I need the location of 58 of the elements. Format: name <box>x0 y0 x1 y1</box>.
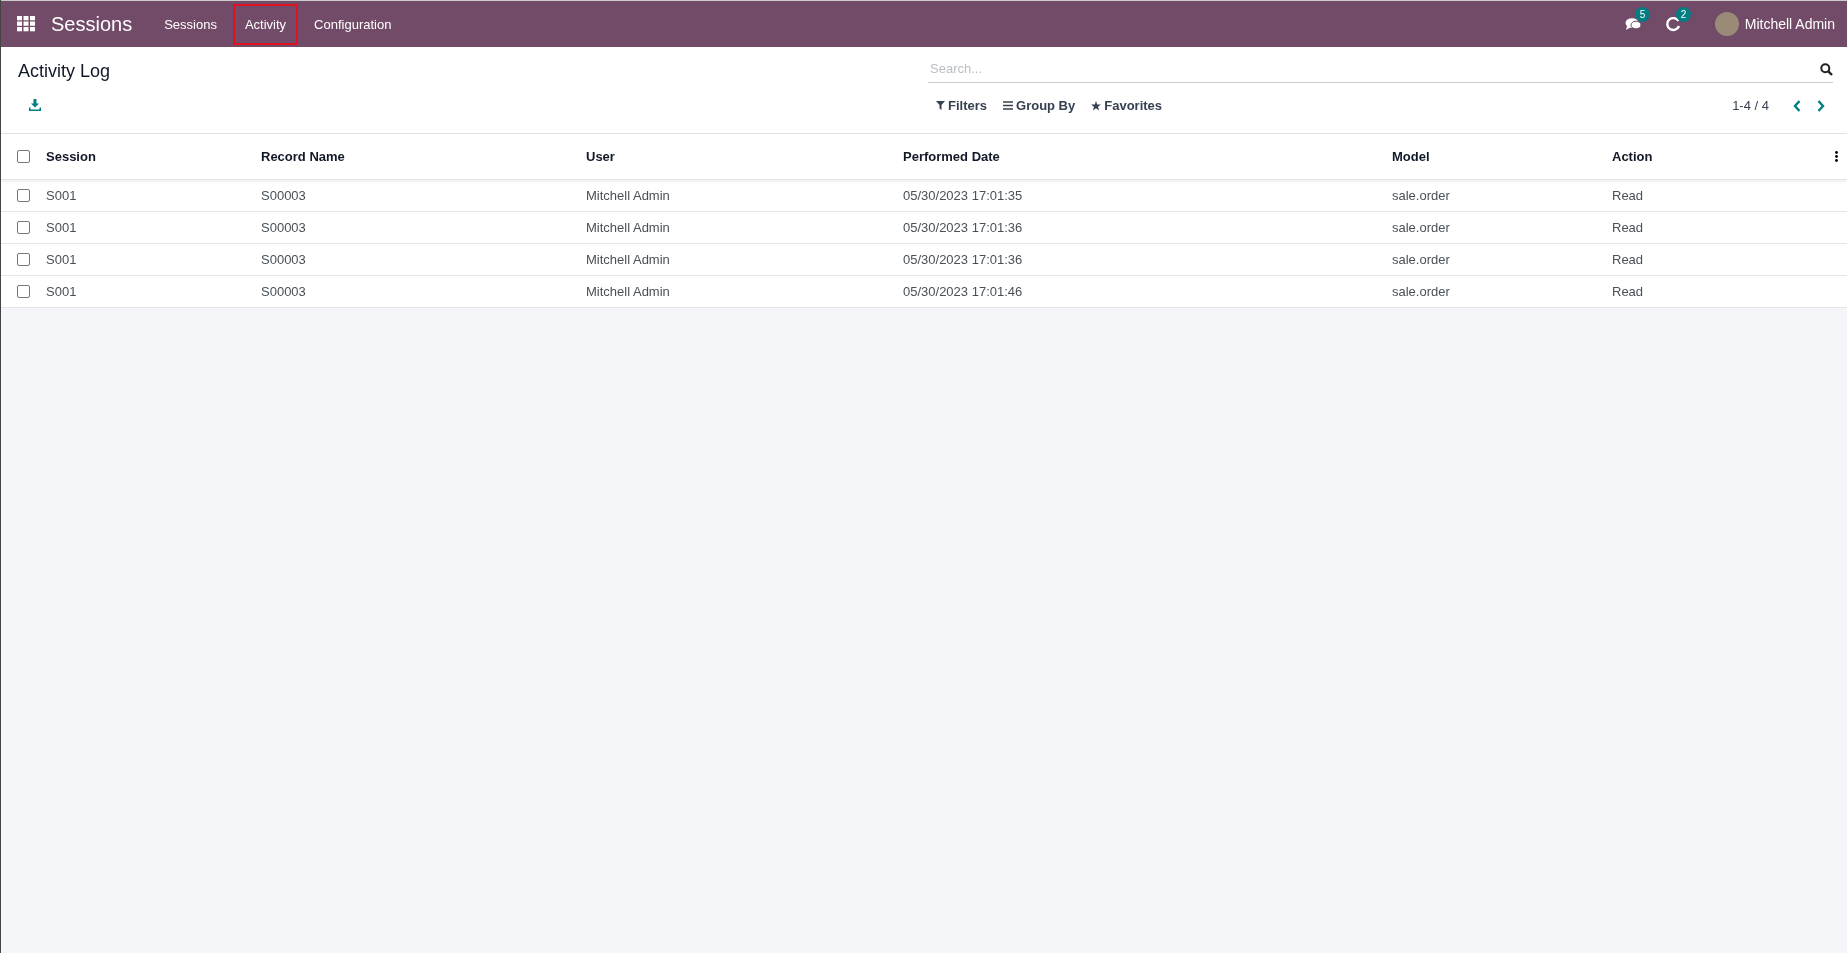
table-cell-text: sale.order <box>1392 284 1451 299</box>
column-header[interactable]: Action <box>1612 149 1817 164</box>
table-cell-text: 05/30/2023 17:01:35 <box>903 188 1024 203</box>
search-option-button[interactable]: Favorites <box>1083 96 1171 115</box>
table-cell-text: 05/30/2023 17:01:36 <box>903 252 1024 267</box>
column-header[interactable]: Session <box>46 149 261 164</box>
more-options-icon[interactable] <box>1835 151 1838 162</box>
row-checkbox[interactable] <box>17 253 30 266</box>
table-cell-text: Read <box>1612 252 1645 267</box>
search-icon[interactable] <box>1820 63 1833 76</box>
table-cell-text: 05/30/2023 17:01:46 <box>903 284 1024 299</box>
search-option-button[interactable]: Group By <box>995 96 1084 115</box>
table-cell-text: Read <box>1612 220 1645 235</box>
table-cell-text: sale.order <box>1392 188 1451 203</box>
user-name[interactable]: Mitchell Admin <box>1744 16 1835 32</box>
download-icon[interactable] <box>29 99 41 111</box>
column-header[interactable]: Performed Date <box>903 149 1392 164</box>
row-checkbox[interactable] <box>17 285 30 298</box>
app-title: Sessions <box>51 12 133 36</box>
search-option-button[interactable]: Filters <box>928 96 995 115</box>
table-cell-text: sale.order <box>1392 252 1451 267</box>
clock-icon[interactable] <box>1665 16 1681 32</box>
chat-icon[interactable] <box>1624 17 1642 31</box>
activity-count-badge: 2 <box>1675 6 1692 22</box>
table-cell-text: Mitchell Admin <box>586 188 671 203</box>
table-cell-text: Read <box>1612 284 1645 299</box>
next-icon[interactable] <box>1817 99 1825 112</box>
star-icon <box>1091 100 1102 111</box>
table-cell-text: S001 <box>46 188 78 203</box>
table-cell-text: Mitchell Admin <box>586 220 671 235</box>
select-all-checkbox[interactable] <box>17 150 30 163</box>
list-icon <box>1003 101 1013 110</box>
column-header[interactable]: Model <box>1392 149 1612 164</box>
table-cell-text: S001 <box>46 252 78 267</box>
row-checkbox[interactable] <box>17 221 30 234</box>
table-cell-text: Read <box>1612 188 1645 203</box>
table-cell-text: S001 <box>46 284 78 299</box>
table-cell-text: S00003 <box>261 220 307 235</box>
table-cell-text: Mitchell Admin <box>586 284 671 299</box>
app-grid-icon[interactable] <box>17 16 35 32</box>
table-cell-text: S00003 <box>261 188 307 203</box>
table-cell-text: Mitchell Admin <box>586 252 671 267</box>
filter-icon <box>936 101 945 110</box>
menu-item[interactable]: Configuration <box>302 3 404 45</box>
column-header[interactable]: User <box>586 149 903 164</box>
menu-item[interactable]: Activity <box>232 3 299 45</box>
page-title: Activity Log <box>18 61 112 82</box>
table-cell-text: S00003 <box>261 252 307 267</box>
previous-icon[interactable] <box>1793 99 1801 112</box>
row-checkbox[interactable] <box>17 189 30 202</box>
table-cell-text: 05/30/2023 17:01:36 <box>903 220 1024 235</box>
menu-item[interactable]: Sessions <box>152 3 229 45</box>
column-header[interactable]: Record Name <box>261 149 586 164</box>
table-cell-text: S00003 <box>261 284 307 299</box>
table-cell-text: S001 <box>46 220 78 235</box>
pager-value[interactable]: 1-4 / 4 <box>1732 98 1769 113</box>
table-cell-text: sale.order <box>1392 220 1451 235</box>
message-count-badge: 5 <box>1634 7 1651 22</box>
